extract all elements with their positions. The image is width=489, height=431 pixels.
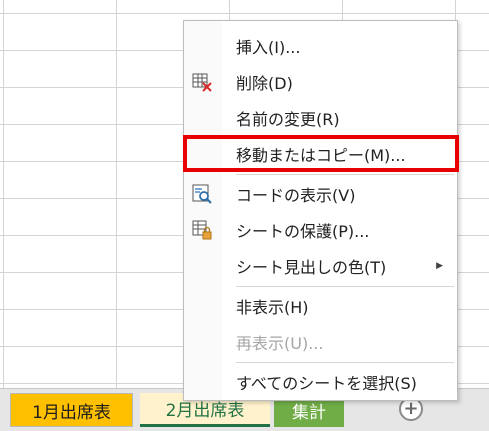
menu-item-label: コードの表示(V) <box>236 186 356 205</box>
menu-separator <box>236 286 454 287</box>
menu-item-unhide: 再表示(U)... <box>184 324 457 360</box>
menu-item-insert[interactable]: 挿入(I)... <box>184 28 457 64</box>
menu-item-select-all-sheets[interactable]: すべてのシートを選択(S) <box>184 364 457 400</box>
menu-item-label: 削除(D) <box>236 74 293 93</box>
delete-sheet-icon <box>192 72 212 92</box>
menu-item-label: シートの保護(P)... <box>236 222 370 241</box>
menu-separator <box>236 174 454 175</box>
protect-sheet-icon <box>192 220 212 240</box>
menu-item-label: すべてのシートを選択(S) <box>236 374 417 393</box>
submenu-arrow-icon: ▶ <box>436 261 443 271</box>
view-code-icon <box>192 184 212 204</box>
sheet-tab-january[interactable]: 1月出席表 <box>10 393 133 427</box>
menu-separator <box>236 362 454 363</box>
menu-item-label: 再表示(U)... <box>236 334 324 353</box>
menu-item-delete[interactable]: 削除(D) <box>184 64 457 100</box>
menu-item-label: 名前の変更(R) <box>236 110 340 129</box>
menu-item-protect-sheet[interactable]: シートの保護(P)... <box>184 212 457 248</box>
context-menu: 挿入(I)... 削除(D) 名前の変更(R) 移動またはコピー(M)... コ… <box>183 20 458 401</box>
highlight-box <box>183 135 459 172</box>
menu-item-rename[interactable]: 名前の変更(R) <box>184 100 457 136</box>
menu-item-view-code[interactable]: コードの表示(V) <box>184 176 457 212</box>
menu-item-hide[interactable]: 非表示(H) <box>184 288 457 324</box>
menu-item-label: 挿入(I)... <box>236 38 301 57</box>
menu-item-label: シート見出しの色(T) <box>236 258 387 277</box>
menu-item-label: 非表示(H) <box>236 298 309 317</box>
menu-item-tab-color[interactable]: シート見出しの色(T) ▶ <box>184 248 457 284</box>
